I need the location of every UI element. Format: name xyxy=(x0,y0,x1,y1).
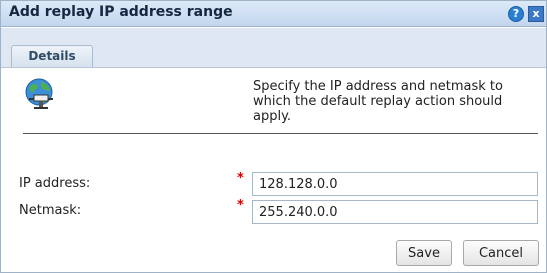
netmask-input[interactable] xyxy=(252,200,538,224)
cancel-button[interactable]: Cancel xyxy=(463,240,539,266)
add-replay-ip-range-dialog: Add replay IP address range ? x Details … xyxy=(0,0,547,273)
tab-strip: Details xyxy=(1,28,546,68)
dialog-title: Add replay IP address range xyxy=(9,4,233,20)
ip-address-input[interactable] xyxy=(252,172,538,196)
required-marker-ip: * xyxy=(237,171,244,186)
globe-network-icon xyxy=(25,78,53,109)
ip-address-label: IP address: xyxy=(19,176,91,191)
netmask-label: Netmask: xyxy=(19,203,82,218)
tab-details[interactable]: Details xyxy=(11,45,93,67)
description-text: Specify the IP address and netmask to wh… xyxy=(253,79,503,124)
dialog-titlebar[interactable]: Add replay IP address range ? x xyxy=(1,1,546,27)
save-button[interactable]: Save xyxy=(396,240,452,266)
help-icon[interactable]: ? xyxy=(508,6,524,22)
divider xyxy=(23,133,538,134)
close-icon[interactable]: x xyxy=(528,6,544,22)
required-marker-netmask: * xyxy=(237,198,244,213)
